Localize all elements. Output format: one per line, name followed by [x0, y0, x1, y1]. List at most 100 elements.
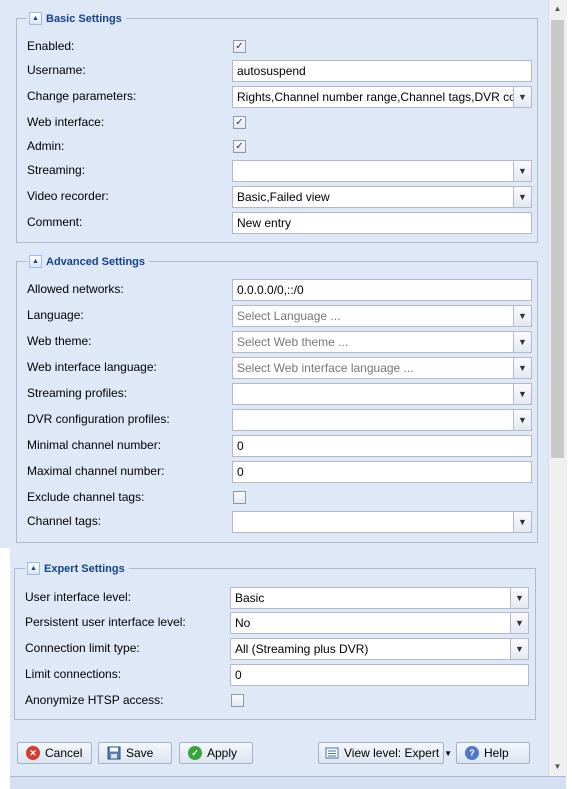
web-ui-language-select[interactable]: Select Web interface language ... ▼ — [232, 357, 532, 379]
dvr-profiles-row: DVR configuration profiles: ▼ — [17, 409, 537, 431]
conn-limit-type-value: All (Streaming plus DVR) — [235, 642, 369, 656]
language-placeholder: Select Language ... — [237, 309, 341, 323]
limit-connections-field[interactable]: 0 — [230, 664, 529, 686]
streaming-profiles-label: Streaming profiles: — [27, 386, 128, 400]
advanced-settings-legend[interactable]: ▲ Advanced Settings — [27, 254, 150, 269]
enabled-checkbox[interactable]: ✓ — [233, 40, 246, 53]
cancel-button[interactable]: ✕ Cancel — [17, 742, 92, 764]
chevron-down-icon[interactable]: ▼ — [513, 332, 531, 352]
max-channel-field[interactable]: 0 — [232, 461, 532, 483]
change-parameters-label: Change parameters: — [27, 89, 137, 103]
persistent-ui-select[interactable]: No ▼ — [230, 612, 529, 634]
language-label: Language: — [27, 308, 84, 322]
channel-tags-label: Channel tags: — [27, 514, 102, 528]
chevron-down-icon[interactable]: ▼ — [513, 161, 531, 181]
cancel-label: Cancel — [45, 746, 83, 760]
channel-tags-select[interactable]: ▼ — [232, 511, 532, 533]
save-button[interactable]: Save — [98, 742, 172, 764]
username-field[interactable]: autosuspend — [232, 60, 532, 82]
chevron-down-icon[interactable]: ▼ — [513, 187, 531, 207]
scroll-down-icon[interactable]: ▼ — [549, 758, 566, 774]
web-ui-language-placeholder: Select Web interface language ... — [237, 361, 414, 375]
comment-row: Comment: New entry — [17, 212, 537, 234]
apply-button[interactable]: ✓ Apply — [179, 742, 253, 764]
expert-settings-fieldset: ▲ Expert Settings User interface level: … — [14, 561, 536, 720]
chevron-down-icon[interactable]: ▼ — [513, 358, 531, 378]
ui-level-row: User interface level: Basic ▼ — [15, 587, 535, 609]
checkmark-icon: ✓ — [235, 141, 244, 152]
video-recorder-label: Video recorder: — [27, 189, 109, 203]
enabled-label: Enabled: — [27, 39, 75, 53]
expert-settings-legend[interactable]: ▲ Expert Settings — [25, 561, 129, 576]
collapse-arrow-icon[interactable]: ▲ — [29, 255, 42, 268]
chevron-down-icon[interactable]: ▼ — [513, 306, 531, 326]
max-channel-label: Maximal channel number: — [27, 464, 165, 478]
ui-level-value: Basic — [235, 591, 265, 605]
web-theme-label: Web theme: — [27, 334, 92, 348]
allowed-networks-label: Allowed networks: — [27, 282, 124, 296]
collapse-arrow-icon[interactable]: ▲ — [27, 562, 40, 575]
chevron-down-icon[interactable]: ▼ — [513, 87, 531, 107]
limit-connections-row: Limit connections: 0 — [15, 664, 535, 686]
conn-limit-type-row: Connection limit type: All (Streaming pl… — [15, 638, 535, 660]
view-level-button[interactable]: View level: Expert ▼ — [318, 742, 452, 764]
video-recorder-row: Video recorder: Basic,Failed view ▼ — [17, 186, 537, 208]
exclude-tags-checkbox[interactable] — [233, 491, 246, 504]
web-interface-row: Web interface: ✓ — [17, 112, 537, 134]
admin-checkbox[interactable]: ✓ — [233, 140, 246, 153]
min-channel-field[interactable]: 0 — [232, 435, 532, 457]
web-ui-language-label: Web interface language: — [27, 360, 157, 374]
apply-label: Apply — [207, 746, 238, 760]
streaming-select[interactable]: ▼ — [232, 160, 532, 182]
exclude-tags-row: Exclude channel tags: — [17, 487, 537, 509]
checkmark-icon: ✓ — [235, 117, 244, 128]
comment-field[interactable]: New entry — [232, 212, 532, 234]
min-channel-row: Minimal channel number: 0 — [17, 435, 537, 457]
scrollbar-thumb[interactable] — [551, 20, 564, 458]
view-level-label: View level: Expert — [344, 746, 440, 760]
chevron-down-icon[interactable]: ▼ — [513, 512, 531, 532]
view-level-icon — [325, 746, 339, 760]
save-label: Save — [126, 746, 154, 760]
panel-gap — [0, 548, 10, 788]
username-label: Username: — [27, 63, 86, 77]
help-label: Help — [484, 746, 509, 760]
admin-label: Admin: — [27, 139, 65, 153]
allowed-networks-field[interactable]: 0.0.0.0/0,::/0 — [232, 279, 532, 301]
dvr-profiles-select[interactable]: ▼ — [232, 409, 532, 431]
help-button[interactable]: ? Help — [456, 742, 530, 764]
web-ui-language-row: Web interface language: Select Web inter… — [17, 357, 537, 379]
channel-tags-row: Channel tags: ▼ — [17, 511, 537, 533]
web-interface-checkbox[interactable]: ✓ — [233, 116, 246, 129]
vertical-scrollbar[interactable]: ▲ ▼ — [548, 0, 567, 776]
language-select[interactable]: Select Language ... ▼ — [232, 305, 532, 327]
change-parameters-value: Rights,Channel number range,Channel tags… — [237, 90, 516, 104]
persistent-ui-value: No — [235, 616, 251, 630]
chevron-down-icon[interactable]: ▼ — [510, 588, 528, 608]
comment-label: Comment: — [27, 215, 83, 229]
chevron-down-icon[interactable]: ▼ — [513, 384, 531, 404]
video-recorder-select[interactable]: Basic,Failed view ▼ — [232, 186, 532, 208]
web-interface-label: Web interface: — [27, 115, 105, 129]
conn-limit-type-select[interactable]: All (Streaming plus DVR) ▼ — [230, 638, 529, 660]
anonymize-label: Anonymize HTSP access: — [25, 693, 164, 707]
chevron-down-icon[interactable]: ▼ — [513, 410, 531, 430]
streaming-profiles-select[interactable]: ▼ — [232, 383, 532, 405]
basic-settings-legend[interactable]: ▲ Basic Settings — [27, 11, 126, 26]
chevron-down-icon[interactable]: ▼ — [510, 639, 528, 659]
change-parameters-row: Change parameters: Rights,Channel number… — [17, 86, 537, 108]
save-icon — [107, 746, 121, 760]
chevron-down-icon[interactable]: ▼ — [510, 613, 528, 633]
change-parameters-select[interactable]: Rights,Channel number range,Channel tags… — [232, 86, 532, 108]
conn-limit-type-label: Connection limit type: — [25, 641, 140, 655]
allowed-networks-row: Allowed networks: 0.0.0.0/0,::/0 — [17, 279, 537, 301]
chevron-down-icon: ▼ — [444, 748, 453, 758]
scroll-up-icon[interactable]: ▲ — [549, 0, 566, 16]
streaming-label: Streaming: — [27, 163, 86, 177]
web-theme-select[interactable]: Select Web theme ... ▼ — [232, 331, 532, 353]
collapse-arrow-icon[interactable]: ▲ — [29, 12, 42, 25]
expert-settings-title: Expert Settings — [44, 562, 125, 575]
max-channel-row: Maximal channel number: 0 — [17, 461, 537, 483]
ui-level-select[interactable]: Basic ▼ — [230, 587, 529, 609]
anonymize-checkbox[interactable] — [231, 694, 244, 707]
